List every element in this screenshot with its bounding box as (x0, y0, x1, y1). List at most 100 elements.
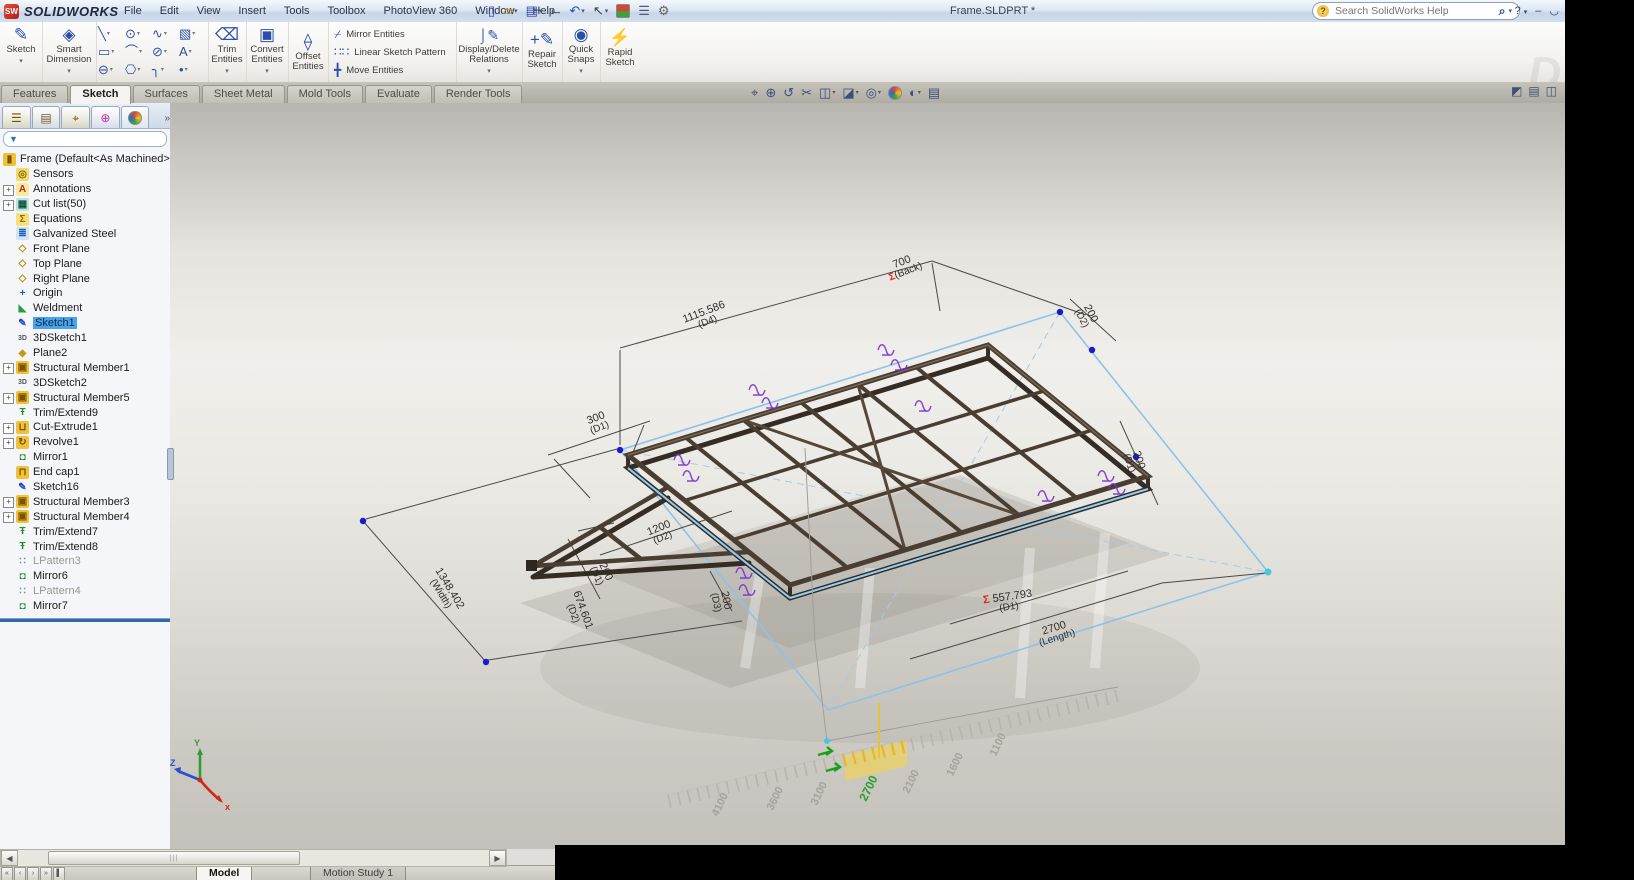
chevron-down-icon[interactable]: ▾ (19, 57, 23, 65)
configurationmanager-tab-tab[interactable]: ⌖ (61, 106, 90, 128)
viewport-canvas[interactable]: 1115.586(D4)700Σ(Back)300(D1)200(D2)1348… (170, 103, 1565, 849)
expand-plus-icon[interactable]: + (3, 185, 14, 196)
view-settings-button[interactable]: ▤ (925, 84, 943, 102)
tree-item-revolve1[interactable]: +↻Revolve1 (0, 435, 170, 450)
undo-button[interactable]: ↶▾ (566, 2, 587, 20)
weldment-annotation[interactable] (749, 385, 765, 396)
chevron-down-icon[interactable]: ▾ (164, 30, 167, 37)
repair-sketch-button[interactable]: +✎ Repair Sketch (522, 30, 562, 70)
offset-entities-button[interactable]: ⟠ Offset Entities (288, 32, 328, 72)
tab-scroll-first-icon[interactable]: « (1, 867, 13, 880)
mirror-entities-button[interactable]: ⌿ Mirror Entities (334, 25, 464, 43)
rollback-bar[interactable] (0, 618, 170, 622)
chevron-down-icon[interactable]: ▾ (856, 89, 859, 96)
search-input[interactable] (1333, 4, 1499, 18)
tree-horizontal-scrollbar[interactable]: ◀ ||| ▶ (0, 849, 507, 867)
save-button[interactable]: ▤▾ (523, 2, 546, 20)
tree-item-top-plane[interactable]: ◇Top Plane (0, 256, 170, 271)
chevron-down-icon[interactable]: ▾ (110, 66, 113, 73)
apply-scene-button[interactable]: ◐▾ (906, 84, 924, 102)
sketch-point[interactable] (1265, 569, 1272, 576)
panel-splitter-handle[interactable] (167, 448, 174, 480)
edit-appearance-button[interactable] (885, 84, 905, 102)
chevron-down-icon[interactable]: ▾ (107, 30, 110, 37)
weldment-annotation[interactable] (878, 345, 894, 356)
chevron-down-icon[interactable]: ▾ (878, 89, 881, 96)
tree-item-cut-list-50[interactable]: +▦Cut list(50) (0, 197, 170, 212)
sketch-text-tool[interactable]: A▾ (179, 43, 205, 60)
line-tool[interactable]: ╲▾ (98, 25, 124, 42)
tree-item-front-plane[interactable]: ◇Front Plane (0, 241, 170, 256)
dimension-line[interactable] (620, 261, 932, 348)
slot-tool[interactable]: ⊖▾ (98, 61, 124, 78)
select-button[interactable]: ↖▾ (590, 2, 611, 20)
quick-snaps-button[interactable]: ◉ Quick Snaps ▾ (562, 25, 600, 75)
convert-entities-button[interactable]: ▣ Convert Entities ▾ (246, 25, 288, 75)
help-button[interactable]: ? ▾ (1511, 2, 1532, 20)
weldment-annotation[interactable] (674, 455, 690, 466)
section-view-button[interactable]: ✂ (798, 84, 815, 102)
graphics-viewport[interactable]: 1115.586(D4)700Σ(Back)300(D1)200(D2)1348… (170, 103, 1565, 849)
tree-item-equations[interactable]: ΣEquations (0, 212, 170, 227)
tree-item-structural-member1[interactable]: +▣Structural Member1 (0, 360, 170, 375)
tree-item-lpattern3[interactable]: ∷LPattern3 (0, 554, 170, 569)
open-button[interactable]: ▱▾ (500, 2, 521, 20)
dimension-label[interactable]: 200(D2) (1072, 302, 1101, 330)
tree-item-3dsketch1[interactable]: 3D3DSketch1 (0, 331, 170, 346)
trim-entities-button[interactable]: ⌫ Trim Entities ▾ (208, 25, 246, 75)
tab-sketch[interactable]: Sketch (70, 85, 130, 104)
tree-item-lpattern4[interactable]: ∷LPattern4 (0, 584, 170, 599)
expand-plus-icon[interactable]: + (3, 200, 14, 211)
dimension-line[interactable] (932, 261, 1086, 315)
weldment-annotation[interactable] (1038, 491, 1054, 502)
dimension-label[interactable]: 300(D1) (585, 409, 611, 437)
minimize-button[interactable]: – (1531, 2, 1545, 20)
menu-item-toolbox[interactable]: Toolbox (319, 1, 375, 21)
tree-item-mirror6[interactable]: ◘Mirror6 (0, 569, 170, 584)
tree-item-structural-member4[interactable]: +▣Structural Member4 (0, 509, 170, 524)
zoom-to-area-button[interactable]: ⊕ (762, 84, 779, 102)
chevron-down-icon[interactable]: ▾ (265, 67, 269, 75)
tree-filter-box[interactable]: ▼ (3, 131, 167, 147)
tab-splitter-icon[interactable]: ▌ (53, 867, 65, 880)
tree-item-plane2[interactable]: ◆Plane2 (0, 346, 170, 361)
sketch-button[interactable]: ✎ Sketch ▾ (0, 25, 42, 65)
tree-item-cut-extrude1[interactable]: +⊔Cut-Extrude1 (0, 420, 170, 435)
dimension-label[interactable]: 1348.402(Width) (424, 566, 466, 617)
linear-sketch-pattern-button[interactable]: ∷∷ Linear Sketch Pattern (334, 43, 464, 61)
tree-item-frame-default-as-machined[interactable]: ▮Frame (Default<As Machined>< (0, 152, 170, 167)
chevron-down-icon[interactable]: ▾ (832, 89, 835, 96)
weldment-annotation[interactable] (683, 471, 699, 482)
pattern-tool[interactable]: ▧▾ (179, 25, 205, 42)
chevron-down-icon[interactable]: ▾ (487, 67, 491, 75)
drag-arrow-icon[interactable] (826, 763, 840, 771)
weldment-annotation[interactable] (762, 398, 778, 409)
chevron-down-icon[interactable]: ▾ (137, 66, 140, 73)
weldment-annotation[interactable] (915, 401, 931, 412)
dimension-label[interactable]: 700Σ(Back) (883, 250, 923, 283)
dimension-line[interactable] (932, 263, 940, 311)
polygon-tool[interactable]: ⎔▾ (125, 61, 151, 78)
drag-arrow-icon[interactable] (818, 747, 832, 755)
dimension-label[interactable]: 1200(D2) (645, 518, 676, 548)
viewport-layout-icon[interactable]: ◫ (1546, 84, 1557, 98)
menu-item-edit[interactable]: Edit (151, 1, 188, 21)
tree-item-mirror1[interactable]: ◘Mirror1 (0, 450, 170, 465)
tab-scroll-prev-icon[interactable]: ‹ (14, 867, 26, 880)
scroll-right-icon[interactable]: ▶ (489, 850, 506, 866)
circle-tool[interactable]: ⊙▾ (125, 25, 151, 42)
chevron-down-icon[interactable]: ▾ (918, 89, 921, 96)
tab-mold-tools[interactable]: Mold Tools (287, 85, 363, 103)
dimension-line[interactable] (363, 521, 486, 662)
featuremanager-tab-tab[interactable]: ☰ (2, 106, 31, 128)
tab-sheet-metal[interactable]: Sheet Metal (202, 85, 285, 103)
expand-plus-icon[interactable]: + (3, 363, 14, 374)
spline-tool[interactable]: ∿▾ (152, 25, 178, 42)
menu-item-insert[interactable]: Insert (229, 1, 275, 21)
file-properties-button[interactable]: ☰ (635, 2, 653, 20)
dimxpertmanager-tab-tab[interactable]: ⊕ (91, 106, 120, 128)
tree-filter-input[interactable] (22, 133, 161, 145)
menu-item-photoview-360[interactable]: PhotoView 360 (374, 1, 466, 21)
menu-item-file[interactable]: File (115, 1, 151, 21)
tree-item-structural-member5[interactable]: +▣Structural Member5 (0, 390, 170, 405)
